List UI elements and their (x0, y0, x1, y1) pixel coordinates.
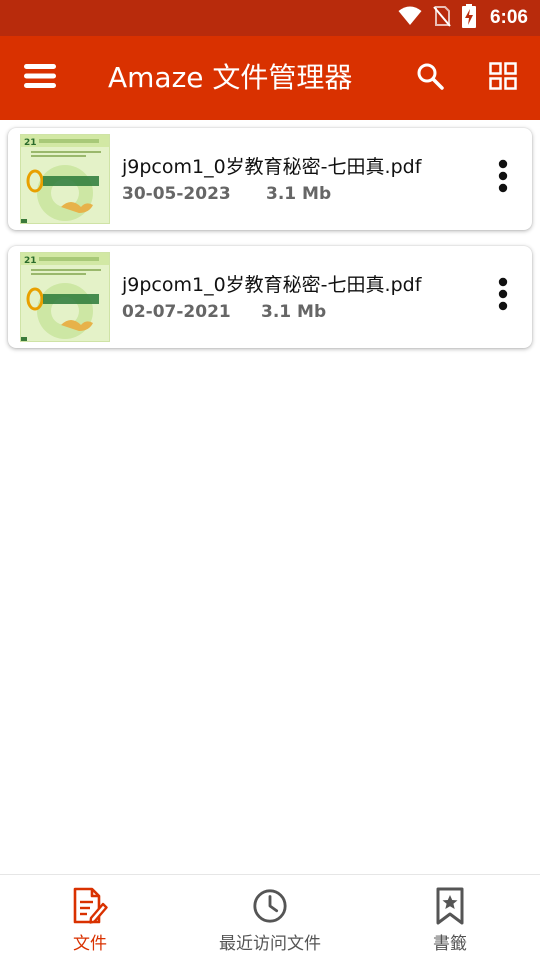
status-bar: 6:06 (0, 0, 540, 36)
file-size: 3.1 Mb (261, 302, 327, 322)
file-card[interactable]: 21 j9pcom1_0岁教育秘密-七田真.pdf 30-05-2023 3.1… (8, 128, 532, 230)
status-icons: 6:06 (398, 0, 528, 36)
pdf-thumbnail: 21 (20, 134, 110, 224)
file-date: 30-05-2023 (122, 184, 231, 204)
file-card[interactable]: 21 j9pcom1_0岁教育秘密-七田真.pdf 02-07-2021 3.1… (8, 246, 532, 348)
more-options-button[interactable] (488, 158, 518, 198)
bookmark-star-icon (432, 887, 468, 925)
more-vert-icon (498, 159, 508, 197)
svg-text:21: 21 (24, 256, 37, 266)
no-sim-icon (432, 5, 452, 31)
bottom-navigation: 文件 最近访问文件 書籤 (0, 874, 540, 960)
app-bar: Amaze 文件管理器 (0, 36, 540, 120)
nav-item-bookmarks[interactable]: 書籤 (360, 875, 540, 960)
more-vert-icon (498, 277, 508, 315)
file-date: 02-07-2021 (122, 302, 231, 322)
nav-label-bookmarks: 書籤 (433, 934, 467, 954)
nav-label-files: 文件 (73, 934, 107, 954)
nav-item-files[interactable]: 文件 (0, 875, 180, 960)
file-size: 3.1 Mb (266, 184, 332, 204)
svg-text:21: 21 (24, 138, 37, 148)
more-options-button[interactable] (488, 276, 518, 316)
menu-icon (24, 62, 56, 94)
nav-item-recent[interactable]: 最近访问文件 (180, 875, 360, 960)
search-button[interactable] (410, 58, 450, 98)
status-time: 6:06 (489, 7, 528, 28)
file-edit-icon (72, 887, 108, 925)
app-title: Amaze 文件管理器 (108, 61, 353, 94)
search-icon (416, 62, 444, 94)
pdf-thumbnail: 21 (20, 252, 110, 342)
wifi-icon (398, 6, 422, 30)
file-name: j9pcom1_0岁教育秘密-七田真.pdf (122, 274, 422, 296)
grid-view-icon (489, 62, 517, 94)
battery-charging-icon (461, 4, 476, 32)
file-name: j9pcom1_0岁教育秘密-七田真.pdf (122, 156, 422, 178)
clock-icon (252, 887, 288, 925)
grid-view-button[interactable] (483, 58, 523, 98)
menu-button[interactable] (20, 58, 60, 98)
nav-label-recent: 最近访问文件 (219, 934, 321, 954)
